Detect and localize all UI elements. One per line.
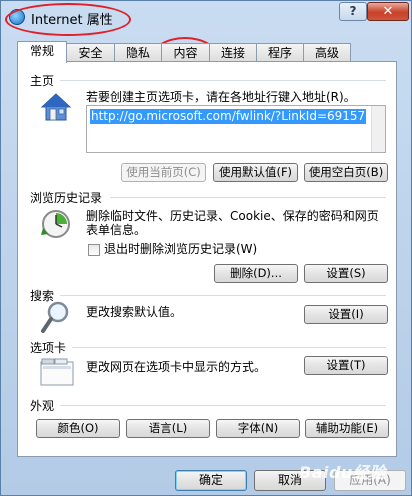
fonts-button[interactable]: 字体(N) [216,419,300,438]
general-tab-panel: 主页 若要创建主页选项卡，请在各地址行键入地址(R)。 http://go.mi… [17,61,397,457]
history-description-line2: 表单信息。 [86,223,147,237]
internet-properties-dialog: Internet 属性 ? ✕ 常规 安全 隐私 内容 连接 程序 高级 主页 … [0,0,412,496]
tab-content[interactable]: 内容 [161,43,210,62]
use-current-button[interactable]: 使用当前页(C) [121,163,206,182]
history-clock-icon [40,208,72,240]
use-blank-button[interactable]: 使用空白页(B) [304,163,388,182]
search-settings-button[interactable]: 设置(I) [304,305,388,324]
history-settings-button[interactable]: 设置(S) [304,264,388,283]
search-magnifier-icon [40,300,72,334]
window-title: Internet 属性 [31,13,113,28]
title-bar[interactable]: Internet 属性 ? ✕ [1,1,411,31]
home-icon [40,92,72,124]
appearance-section-label: 外观 [30,399,55,413]
homepage-description: 若要创建主页选项卡，请在各地址行键入地址(R)。 [86,90,356,104]
close-button[interactable]: ✕ [367,2,409,21]
delete-history-button[interactable]: 删除(D)... [214,264,298,283]
watermark: Baidu经验 [299,463,386,482]
delete-on-exit-label[interactable]: 退出时删除浏览历史记录(W) [104,242,257,257]
tab-privacy[interactable]: 隐私 [114,43,162,62]
search-description: 更改搜索默认值。 [86,305,183,319]
tabbed-window-icon [40,358,74,386]
languages-button[interactable]: 语言(L) [126,419,210,438]
tab-general[interactable]: 常规 [17,41,67,63]
search-divider [60,295,386,296]
tabs-settings-button[interactable]: 设置(T) [304,356,388,375]
url-scrollbar[interactable] [371,106,385,152]
tabs-divider [72,347,386,348]
homepage-url-input[interactable]: http://go.microsoft.com/fwlink/?LinkId=6… [86,105,386,153]
history-divider [110,197,386,198]
tab-connections[interactable]: 连接 [209,43,257,62]
accessibility-button[interactable]: 辅助功能(E) [305,419,389,438]
history-section-label: 浏览历史记录 [30,191,103,205]
history-description-line1: 删除临时文件、历史记录、Cookie、保存的密码和网页 [86,209,379,223]
help-button[interactable]: ? [339,2,367,21]
homepage-divider [60,80,386,81]
ok-button[interactable]: 确定 [175,470,247,491]
delete-on-exit-checkbox[interactable] [88,244,100,256]
colors-button[interactable]: 颜色(O) [36,419,120,438]
homepage-url-value: http://go.microsoft.com/fwlink/?LinkId=6… [90,109,367,124]
tab-advanced[interactable]: 高级 [303,43,351,62]
tabs-description: 更改网页在选项卡中显示的方式。 [86,360,267,374]
tabs-section-label: 选项卡 [30,341,67,355]
appearance-divider [60,405,386,406]
homepage-section-label: 主页 [30,74,55,88]
tab-programs[interactable]: 程序 [256,43,304,62]
use-default-button[interactable]: 使用默认值(F) [213,163,298,182]
tab-security[interactable]: 安全 [66,43,115,62]
internet-explorer-icon [9,9,25,25]
